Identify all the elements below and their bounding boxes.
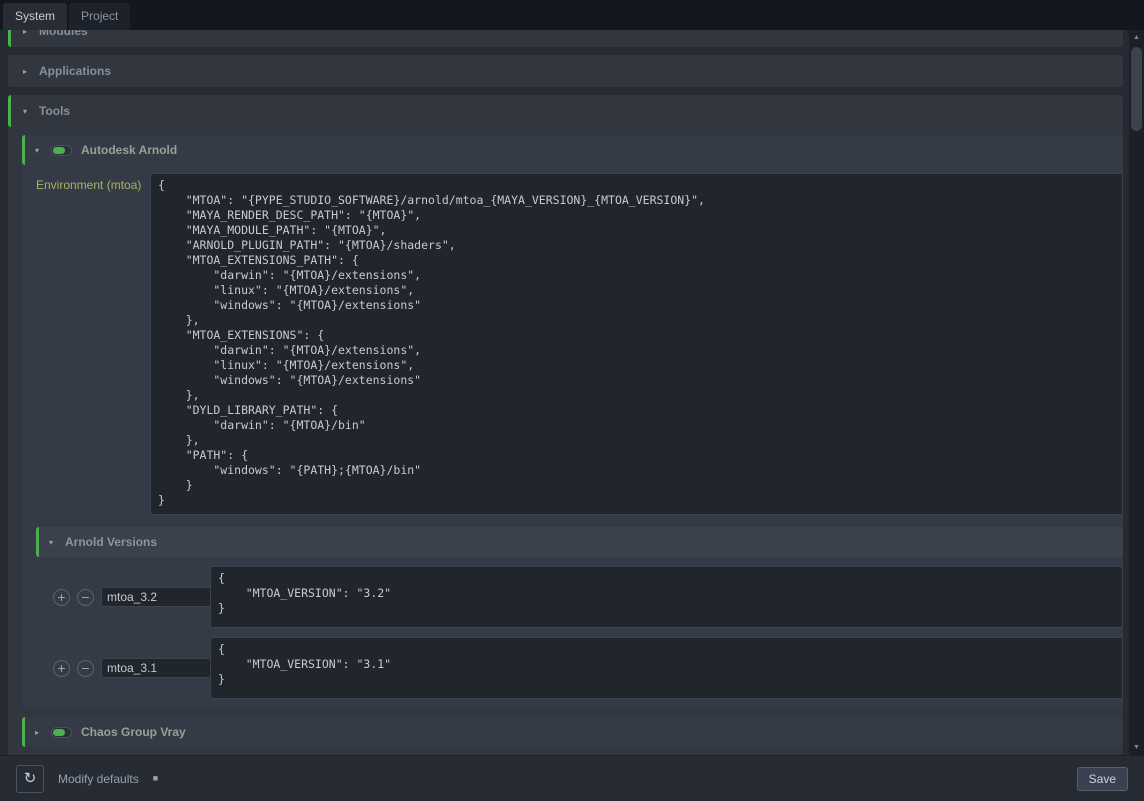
modify-defaults-checkbox[interactable]: ■: [153, 774, 158, 783]
collapse-arrow-icon: ▸: [20, 30, 30, 36]
refresh-button[interactable]: ↻: [16, 765, 44, 793]
refresh-icon: ↻: [24, 771, 37, 786]
group-header-autodesk-arnold[interactable]: ▾ Autodesk Arnold: [22, 135, 1123, 165]
scrollbar-down-arrow-icon[interactable]: ▼: [1129, 740, 1144, 755]
version-json-textarea[interactable]: { "MTOA_VERSION": "3.2" }: [210, 566, 1123, 628]
settings-scroll-area: ▸ Modules ▸ Applications ▾ Tools: [0, 30, 1129, 755]
settings-window: System Project ▸ Modules ▸ Applications …: [0, 0, 1144, 801]
version-json-textarea[interactable]: { "MTOA_VERSION": "3.1" }: [210, 637, 1123, 699]
vertical-scrollbar[interactable]: ▲ ▼: [1129, 30, 1144, 755]
section-header-modules[interactable]: ▸ Modules: [8, 30, 1123, 47]
tab-project[interactable]: Project: [69, 3, 130, 30]
tab-system[interactable]: System: [3, 3, 67, 30]
toggle-knob-icon: [53, 729, 65, 736]
version-name-input[interactable]: [101, 587, 211, 607]
environment-label: Environment (mtoa): [36, 173, 150, 192]
group-title-autodesk-arnold: Autodesk Arnold: [81, 143, 177, 157]
tab-bar: System Project: [0, 0, 1144, 30]
tools-body: ▾ Autodesk Arnold Environment (mtoa) { "…: [8, 135, 1123, 755]
expand-arrow-icon: ▾: [46, 538, 56, 547]
expand-arrow-icon: ▾: [32, 146, 42, 155]
group-arnold-versions: ▾ Arnold Versions + − { "MTOA_VERSION": …: [36, 527, 1123, 699]
remove-version-button[interactable]: −: [77, 660, 94, 677]
scrollbar-thumb[interactable]: [1131, 47, 1142, 131]
version-row: + − { "MTOA_VERSION": "3.2" }: [36, 566, 1123, 628]
group-title-chaos-group-vray: Chaos Group Vray: [81, 725, 186, 739]
section-title-tools: Tools: [39, 104, 70, 118]
group-chaos-group-vray: ▸ Chaos Group Vray: [22, 717, 1123, 747]
settings-main: ▸ Modules ▸ Applications ▾ Tools: [0, 30, 1144, 755]
scrollbar-up-arrow-icon[interactable]: ▲: [1129, 30, 1144, 45]
section-applications: ▸ Applications: [8, 55, 1123, 87]
scrollbar-track[interactable]: [1129, 45, 1144, 740]
group-title-arnold-versions: Arnold Versions: [65, 535, 157, 549]
section-header-tools[interactable]: ▾ Tools: [8, 95, 1123, 127]
save-button[interactable]: Save: [1077, 767, 1128, 791]
vray-enabled-toggle[interactable]: [51, 727, 72, 738]
version-row: + − { "MTOA_VERSION": "3.1" }: [36, 637, 1123, 699]
collapse-arrow-icon: ▸: [20, 67, 30, 76]
remove-version-button[interactable]: −: [77, 589, 94, 606]
group-header-chaos-group-vray[interactable]: ▸ Chaos Group Vray: [22, 717, 1123, 747]
section-header-applications[interactable]: ▸ Applications: [8, 55, 1123, 87]
collapse-arrow-icon: ▸: [32, 728, 42, 737]
environment-json-textarea[interactable]: { "MTOA": "{PYPE_STUDIO_SOFTWARE}/arnold…: [150, 173, 1123, 515]
modify-defaults-label: Modify defaults: [58, 772, 139, 786]
version-row-controls: + −: [36, 637, 210, 699]
expand-arrow-icon: ▾: [20, 107, 30, 116]
group-autodesk-arnold: ▾ Autodesk Arnold Environment (mtoa) { "…: [22, 135, 1123, 709]
footer-bar: ↻ Modify defaults ■ Save: [0, 755, 1144, 801]
group-header-arnold-versions[interactable]: ▾ Arnold Versions: [36, 527, 1123, 557]
version-name-input[interactable]: [101, 658, 211, 678]
arnold-enabled-toggle[interactable]: [51, 145, 72, 156]
section-tools: ▾ Tools ▾ Autodesk Arnold Environment (m…: [8, 95, 1123, 755]
section-modules: ▸ Modules: [8, 30, 1123, 47]
version-row-controls: + −: [36, 566, 210, 628]
environment-row: Environment (mtoa) { "MTOA": "{PYPE_STUD…: [22, 165, 1123, 527]
add-version-button[interactable]: +: [53, 589, 70, 606]
section-title-modules: Modules: [39, 30, 88, 38]
add-version-button[interactable]: +: [53, 660, 70, 677]
section-title-applications: Applications: [39, 64, 111, 78]
toggle-knob-icon: [53, 147, 65, 154]
